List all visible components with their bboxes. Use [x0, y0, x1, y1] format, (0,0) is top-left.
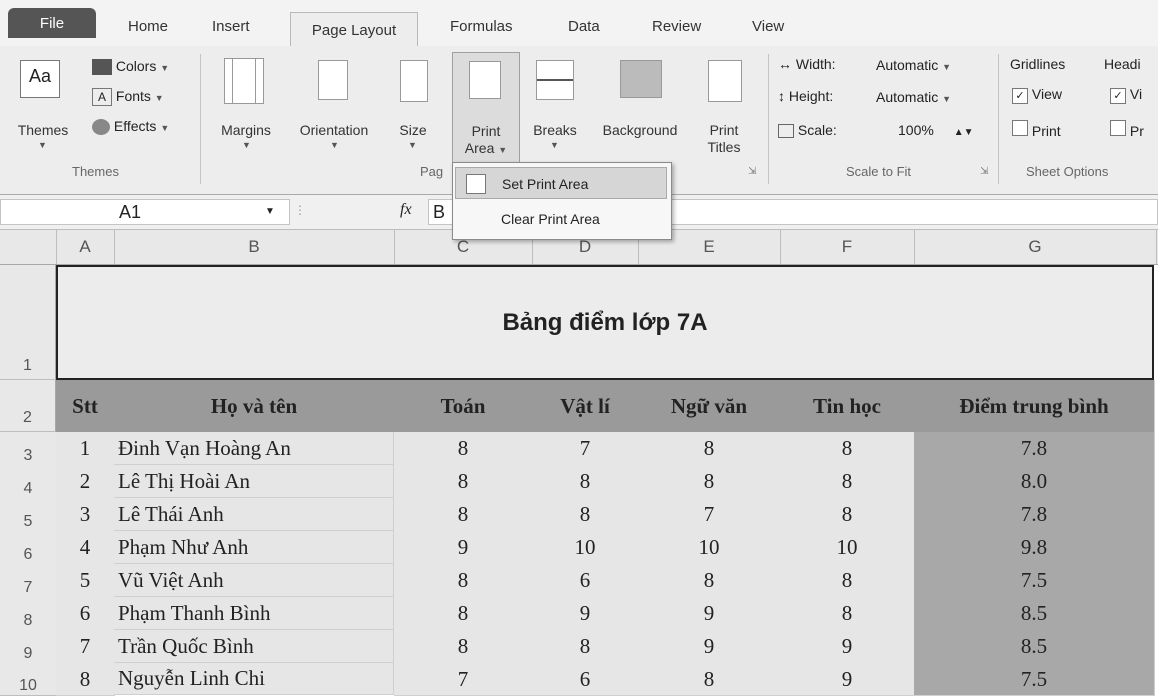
row-header-9[interactable]: 9 — [0, 630, 57, 664]
cell-math[interactable]: 8 — [394, 465, 533, 499]
cell-math[interactable]: 8 — [394, 597, 533, 631]
cell-stt[interactable]: 8 — [56, 663, 115, 696]
clear-print-area-item[interactable]: Clear Print Area — [455, 203, 667, 235]
cell-stt[interactable]: 2 — [56, 465, 115, 499]
cell-literature[interactable]: 8 — [638, 432, 781, 466]
header-cell-informatics[interactable]: Tin học — [780, 380, 915, 433]
header-cell-average[interactable]: Điểm trung bình — [914, 380, 1155, 433]
header-cell-math[interactable]: Toán — [394, 380, 533, 433]
cell-name[interactable]: Vũ Việt Anh — [114, 564, 394, 597]
row-header-3[interactable]: 3 — [0, 432, 57, 466]
cell-informatics[interactable]: 8 — [780, 465, 915, 499]
set-print-area-icon — [466, 174, 486, 194]
cell-average[interactable]: 8.5 — [914, 630, 1155, 664]
cell-literature[interactable]: 8 — [638, 663, 781, 696]
cell-informatics[interactable]: 8 — [780, 564, 915, 598]
cell-literature[interactable]: 7 — [638, 498, 781, 532]
cell-name[interactable]: Phạm Như Anh — [114, 531, 394, 564]
cell-stt[interactable]: 3 — [56, 498, 115, 532]
cell-average[interactable]: 7.5 — [914, 564, 1155, 598]
cell-physics[interactable]: 8 — [532, 630, 639, 664]
worksheet-grid: 1 2 3 4 5 6 7 8 9 10 Bảng điểm lớp 7A St… — [0, 0, 1158, 696]
cell-math[interactable]: 8 — [394, 432, 533, 466]
header-cell-name[interactable]: Họ và tên — [114, 380, 395, 433]
cell-math[interactable]: 8 — [394, 498, 533, 532]
row-header-10[interactable]: 10 — [0, 663, 57, 696]
cell-physics[interactable]: 8 — [532, 465, 639, 499]
cell-literature[interactable]: 10 — [638, 531, 781, 565]
cell-math[interactable]: 8 — [394, 564, 533, 598]
cell-physics[interactable]: 8 — [532, 498, 639, 532]
header-cell-literature[interactable]: Ngữ văn — [638, 380, 781, 433]
cell-name[interactable]: Lê Thị Hoài An — [114, 465, 394, 498]
cell-average[interactable]: 8.0 — [914, 465, 1155, 499]
cell-physics[interactable]: 6 — [532, 663, 639, 696]
clear-print-area-label: Clear Print Area — [501, 211, 600, 227]
cell-physics[interactable]: 7 — [532, 432, 639, 466]
row-header-7[interactable]: 7 — [0, 564, 57, 598]
cell-average[interactable]: 7.8 — [914, 498, 1155, 532]
header-cell-physics[interactable]: Vật lí — [532, 380, 639, 433]
cell-stt[interactable]: 6 — [56, 597, 115, 631]
cell-math[interactable]: 9 — [394, 531, 533, 565]
row-header-4[interactable]: 4 — [0, 465, 57, 499]
cell-math[interactable]: 8 — [394, 630, 533, 664]
cell-informatics[interactable]: 8 — [780, 597, 915, 631]
row-header-2[interactable]: 2 — [0, 380, 56, 432]
cell-informatics[interactable]: 9 — [780, 663, 915, 696]
cell-average[interactable]: 9.8 — [914, 531, 1155, 565]
cell-physics[interactable]: 10 — [532, 531, 639, 565]
cell-literature[interactable]: 9 — [638, 630, 781, 664]
cell-average[interactable]: 7.5 — [914, 663, 1155, 696]
cell-average[interactable]: 7.8 — [914, 432, 1155, 466]
cell-name[interactable]: Đinh Vạn Hoàng An — [114, 432, 394, 465]
cell-informatics[interactable]: 8 — [780, 432, 915, 466]
row-header-8[interactable]: 8 — [0, 597, 57, 631]
cell-stt[interactable]: 5 — [56, 564, 115, 598]
cell-physics[interactable]: 6 — [532, 564, 639, 598]
cell-stt[interactable]: 1 — [56, 432, 115, 466]
cell-informatics[interactable]: 10 — [780, 531, 915, 565]
cell-name[interactable]: Phạm Thanh Bình — [114, 597, 394, 630]
set-print-area-item[interactable]: Set Print Area — [455, 167, 667, 199]
row-header-5[interactable]: 5 — [0, 498, 57, 532]
row-header-6[interactable]: 6 — [0, 531, 57, 565]
cell-informatics[interactable]: 9 — [780, 630, 915, 664]
print-area-menu: Set Print Area Clear Print Area — [452, 162, 672, 240]
cell-stt[interactable]: 4 — [56, 531, 115, 565]
cell-literature[interactable]: 8 — [638, 564, 781, 598]
cell-physics[interactable]: 9 — [532, 597, 639, 631]
title-cell[interactable]: Bảng điểm lớp 7A — [56, 265, 1154, 380]
cell-literature[interactable]: 9 — [638, 597, 781, 631]
cell-average[interactable]: 8.5 — [914, 597, 1155, 631]
cell-name[interactable]: Nguyễn Linh Chi — [114, 663, 394, 695]
cell-stt[interactable]: 7 — [56, 630, 115, 664]
cell-informatics[interactable]: 8 — [780, 498, 915, 532]
row-header-1[interactable]: 1 — [0, 265, 56, 380]
cell-math[interactable]: 7 — [394, 663, 533, 696]
cell-literature[interactable]: 8 — [638, 465, 781, 499]
set-print-area-label: Set Print Area — [502, 176, 589, 192]
cell-name[interactable]: Lê Thái Anh — [114, 498, 394, 531]
cell-name[interactable]: Trần Quốc Bình — [114, 630, 394, 663]
header-cell-stt[interactable]: Stt — [56, 380, 115, 433]
